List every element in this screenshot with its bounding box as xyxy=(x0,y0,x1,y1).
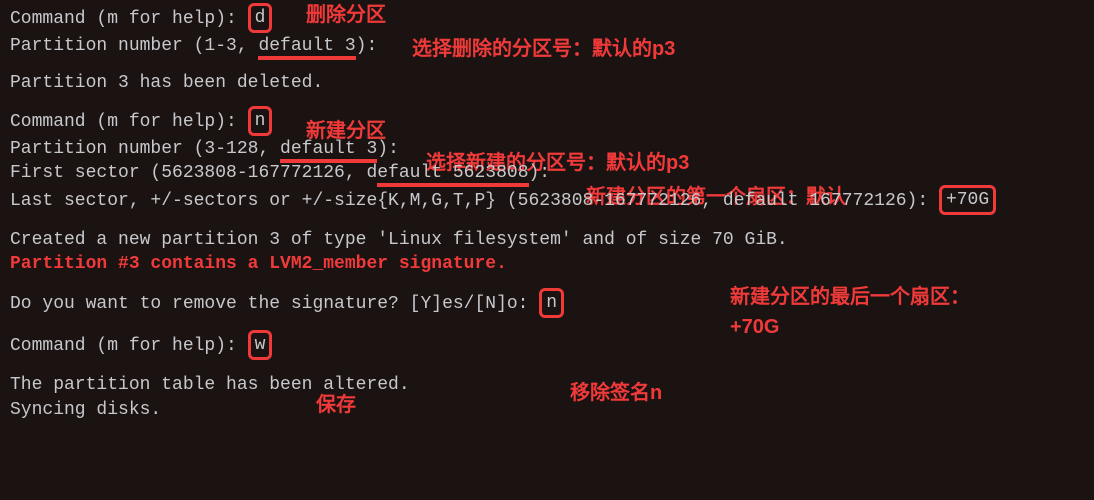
cmd-d: d xyxy=(255,8,266,28)
ls-pre: Last sector, +/-sectors or +/-size{K,M,G… xyxy=(10,191,939,211)
pn1-pre: Partition number (1-3, xyxy=(10,36,258,56)
cmd-d-box: d xyxy=(248,3,273,33)
cmd-w-box: w xyxy=(248,330,273,360)
pn1-tail: ): xyxy=(356,36,378,56)
ls-val-box: +70G xyxy=(939,185,996,215)
ls-val: +70G xyxy=(946,190,989,210)
line-altered: The partition table has been altered. xyxy=(10,373,1084,397)
fs-tail: ): xyxy=(529,163,551,183)
cmd-w: w xyxy=(255,335,266,355)
remove-a: n xyxy=(546,293,557,313)
prompt: Command (m for help): xyxy=(10,9,248,29)
line-sigwarn: Partition #3 contains a LVM2_member sign… xyxy=(10,252,1084,276)
fs-default: efault 5623808 xyxy=(377,163,528,187)
gap2 xyxy=(10,95,1084,107)
line-cmd-n: Command (m for help): n xyxy=(10,107,1084,137)
line-created: Created a new partition 3 of type 'Linux… xyxy=(10,228,1084,252)
cmd-n: n xyxy=(255,111,266,131)
gap3 xyxy=(10,216,1084,228)
gap5 xyxy=(10,319,1084,331)
line-first-sector: First sector (5623808-167772126, default… xyxy=(10,161,1084,185)
pn2-tail: ): xyxy=(377,139,399,159)
prompt2: Command (m for help): xyxy=(10,112,248,132)
line-deleted: Partition 3 has been deleted. xyxy=(10,71,1084,95)
line-last-sector: Last sector, +/-sectors or +/-size{K,M,G… xyxy=(10,186,1084,216)
pn1-default: default 3 xyxy=(258,36,355,60)
prompt3: Command (m for help): xyxy=(10,336,248,356)
line-cmd-w: Command (m for help): w xyxy=(10,331,1084,361)
line-syncing: Syncing disks. xyxy=(10,398,1084,422)
line-remove-q: Do you want to remove the signature? [Y]… xyxy=(10,289,1084,319)
ann-delete-partition: 删除分区 xyxy=(306,2,386,29)
gap6 xyxy=(10,361,1084,373)
remove-a-box: n xyxy=(539,288,564,318)
line-cmd-d: Command (m for help): d xyxy=(10,4,1084,34)
cmd-n-box: n xyxy=(248,106,273,136)
pn2-pre: Partition number (3-128, xyxy=(10,139,280,159)
ann-pn1: 选择删除的分区号：默认的p3 xyxy=(412,36,675,63)
remove-q: Do you want to remove the signature? [Y]… xyxy=(10,294,539,314)
pn2-default: default 3 xyxy=(280,139,377,163)
fs-pre: First sector (5623808-167772126, d xyxy=(10,163,377,183)
